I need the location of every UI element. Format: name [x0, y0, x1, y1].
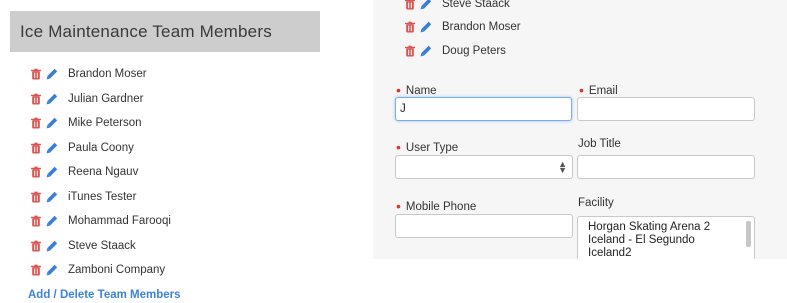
name-input[interactable]	[395, 97, 572, 121]
member-name: Mike Peterson	[68, 117, 142, 130]
mobile-phone-label: • Mobile Phone	[396, 198, 477, 214]
trash-icon[interactable]	[30, 240, 42, 252]
trash-icon[interactable]	[30, 264, 42, 276]
trash-icon[interactable]	[404, 0, 416, 10]
required-marker: •	[396, 198, 401, 214]
trash-icon[interactable]	[30, 215, 42, 227]
user-type-select[interactable]: ▲ ▼	[395, 155, 573, 179]
member-name: Brandon Moser	[442, 21, 521, 34]
team-member-row: Mike Peterson	[30, 111, 171, 136]
pencil-icon[interactable]	[46, 215, 58, 227]
member-name: Mohammad Farooqi	[68, 215, 171, 228]
panel-title: Ice Maintenance Team Members	[10, 11, 320, 52]
member-name: Steve Staack	[442, 0, 510, 10]
facility-option[interactable]: Horgan Skating Arena 2	[588, 221, 744, 234]
member-name: Doug Peters	[442, 44, 506, 57]
trash-icon[interactable]	[30, 191, 42, 203]
member-name: Brandon Moser	[68, 68, 147, 81]
member-name: Paula Coony	[68, 141, 134, 154]
name-label: • Name	[396, 82, 437, 98]
team-member-row: Mohammad Farooqi	[30, 209, 171, 234]
facility-option[interactable]: Iceland - El Segundo	[588, 234, 744, 247]
pencil-icon[interactable]	[420, 21, 432, 33]
member-list: Brandon Moser Julian Gardner Mike Peterson…	[30, 62, 171, 283]
select-arrows-icon: ▲ ▼	[558, 159, 567, 175]
member-name: Julian Gardner	[68, 92, 144, 105]
team-member-row: Brandon Moser	[30, 62, 171, 87]
team-member-row: Steve Staack	[30, 234, 171, 259]
team-member-row: Paula Coony	[30, 136, 171, 161]
facility-option[interactable]: Iceland2	[588, 247, 744, 259]
pencil-icon[interactable]	[420, 45, 432, 57]
team-member-row: Brandon Moser	[404, 16, 521, 40]
job-title-label: Job Title	[578, 138, 621, 150]
team-member-row: Zamboni Company	[30, 258, 171, 283]
pencil-icon[interactable]	[46, 68, 58, 80]
member-editor-panel: Steve Staack Brandon Moser Doug Peters • Na…	[373, 0, 787, 259]
editor-member-list: Steve Staack Brandon Moser Doug Peters	[404, 0, 521, 63]
team-member-row: iTunes Tester	[30, 185, 171, 210]
team-member-row: Reena Ngauv	[30, 160, 171, 185]
trash-icon[interactable]	[404, 21, 416, 33]
facility-label: Facility	[578, 197, 614, 209]
trash-icon[interactable]	[30, 93, 42, 105]
facility-scrollbar[interactable]	[746, 221, 751, 247]
job-title-input[interactable]	[577, 155, 755, 179]
team-member-row: Julian Gardner	[30, 87, 171, 112]
trash-icon[interactable]	[404, 45, 416, 57]
team-members-panel: Ice Maintenance Team Members Brandon Mos…	[0, 0, 330, 303]
pencil-icon[interactable]	[46, 142, 58, 154]
email-label: • Email	[579, 82, 618, 98]
pencil-icon[interactable]	[46, 240, 58, 252]
trash-icon[interactable]	[30, 68, 42, 80]
user-type-label: • User Type	[396, 139, 459, 155]
team-member-row: Steve Staack	[404, 0, 521, 16]
member-name: Steve Staack	[68, 239, 136, 252]
team-member-row: Doug Peters	[404, 39, 521, 63]
pencil-icon[interactable]	[46, 191, 58, 203]
trash-icon[interactable]	[30, 166, 42, 178]
pencil-icon[interactable]	[46, 264, 58, 276]
required-marker: •	[579, 82, 584, 98]
trash-icon[interactable]	[30, 142, 42, 154]
required-marker: •	[396, 82, 401, 98]
pencil-icon[interactable]	[46, 93, 58, 105]
add-delete-team-members-link[interactable]: Add / Delete Team Members	[28, 289, 181, 301]
required-marker: •	[396, 139, 401, 155]
mobile-phone-input[interactable]	[395, 214, 573, 238]
member-name: iTunes Tester	[68, 190, 137, 203]
email-input[interactable]	[577, 97, 755, 121]
pencil-icon[interactable]	[46, 117, 58, 129]
pencil-icon[interactable]	[420, 0, 432, 10]
facility-multiselect[interactable]: Horgan Skating Arena 2 Iceland - El Segu…	[577, 216, 755, 259]
member-name: Zamboni Company	[68, 264, 166, 277]
pencil-icon[interactable]	[46, 166, 58, 178]
trash-icon[interactable]	[30, 117, 42, 129]
member-name: Reena Ngauv	[68, 166, 139, 179]
